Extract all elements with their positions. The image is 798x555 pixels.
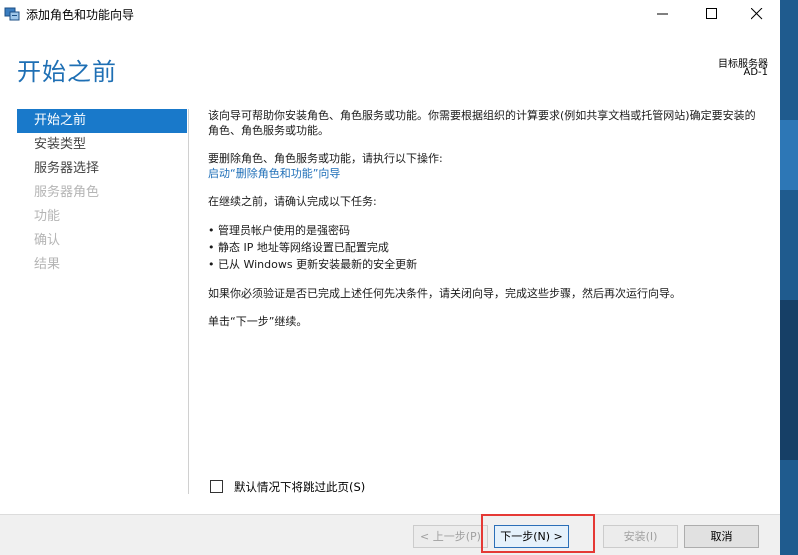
- list-item: • 静态 IP 地址等网络设置已配置完成: [208, 241, 389, 254]
- nav-item-features: 功能: [34, 209, 61, 224]
- close-button[interactable]: [734, 0, 780, 28]
- wizard-nav: 开始之前 安装类型 服务器选择 服务器角色 功能 确认 结果: [17, 109, 187, 277]
- maximize-button[interactable]: [689, 0, 735, 28]
- skip-page-label[interactable]: 默认情况下将跳过此页(S): [234, 479, 365, 495]
- nav-item-installation-type[interactable]: 安装类型: [17, 133, 187, 157]
- remove-instruction: 要删除角色、角色服务或功能，请执行以下操作:: [208, 152, 443, 165]
- minimize-button[interactable]: [640, 0, 686, 28]
- maximize-icon: [706, 8, 717, 19]
- cancel-button[interactable]: 取消: [684, 525, 759, 548]
- prerequisite-note: 如果你必须验证是否已完成上述任何先决条件，请关闭向导，完成这些步骤，然后再次运行…: [208, 287, 681, 300]
- task-list: • 管理员帐户使用的是强密码 • 静态 IP 地址等网络设置已配置完成 • 已从…: [208, 222, 763, 273]
- minimize-icon: [657, 13, 668, 15]
- nav-item-server-roles: 服务器角色: [34, 185, 100, 200]
- list-item: • 管理员帐户使用的是强密码: [208, 224, 350, 237]
- wizard-footer: < 上一步(P) 下一步(N) > 安装(I) 取消: [0, 514, 780, 555]
- page-title: 开始之前: [17, 58, 117, 86]
- remove-roles-link[interactable]: 启动“删除角色和功能”向导: [208, 167, 340, 180]
- nav-item-results: 结果: [34, 257, 61, 272]
- server-manager-icon: [4, 6, 20, 21]
- close-icon: [751, 8, 763, 20]
- install-button[interactable]: 安装(I): [603, 525, 678, 548]
- nav-divider: [188, 109, 189, 494]
- destination-server-name: AD-1: [743, 67, 768, 78]
- nav-item-before-you-begin[interactable]: 开始之前: [17, 109, 187, 133]
- desktop-background: [780, 0, 798, 555]
- list-item: • 已从 Windows 更新安装最新的安全更新: [208, 258, 418, 271]
- title-bar[interactable]: 添加角色和功能向导: [0, 0, 780, 28]
- next-button-highlight: [481, 514, 595, 553]
- previous-button[interactable]: < 上一步(P): [413, 525, 488, 548]
- skip-page-checkbox[interactable]: [210, 480, 223, 493]
- before-continue-text: 在继续之前，请确认完成以下任务:: [208, 195, 377, 208]
- nav-item-server-selection[interactable]: 服务器选择: [17, 157, 187, 181]
- intro-text: 该向导可帮助你安装角色、角色服务或功能。你需要根据组织的计算要求(例如共享文档或…: [208, 109, 756, 137]
- nav-item-confirmation: 确认: [34, 233, 61, 248]
- wizard-content: 该向导可帮助你安装角色、角色服务或功能。你需要根据组织的计算要求(例如共享文档或…: [208, 108, 763, 342]
- window-title: 添加角色和功能向导: [26, 8, 135, 22]
- click-next-text: 单击“下一步”继续。: [208, 315, 308, 328]
